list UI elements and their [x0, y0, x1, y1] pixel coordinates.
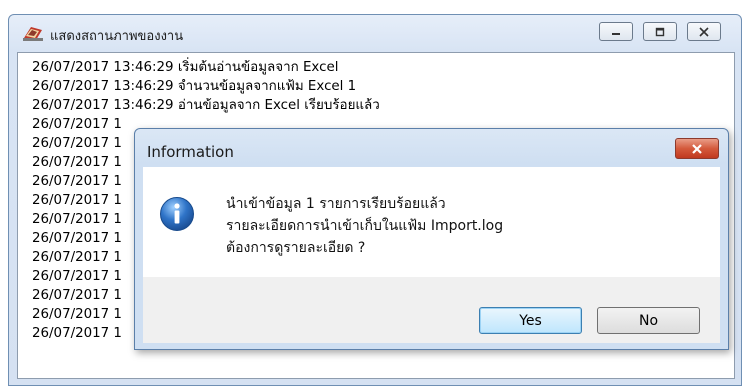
log-line: 26/07/2017 1: [32, 250, 122, 265]
dialog-close-button[interactable]: [675, 138, 719, 159]
dialog-message-line: นำเข้าข้อมูล 1 รายการเรียบร้อยแล้ว: [226, 196, 446, 212]
dialog-title: Information: [147, 143, 234, 161]
log-line: 26/07/2017 1: [32, 155, 122, 170]
maximize-icon: [655, 27, 665, 36]
window-close-button[interactable]: [687, 22, 721, 41]
log-line: 26/07/2017 13:46:29 จำนวนข้อมูลจากแฟ้ม E…: [32, 79, 357, 94]
log-line: 26/07/2017 1: [32, 326, 122, 341]
log-line: 26/07/2017 1: [32, 136, 122, 151]
log-line: 26/07/2017 1: [32, 174, 122, 189]
info-icon: [160, 197, 194, 231]
close-icon: [692, 143, 702, 154]
minimize-button[interactable]: [599, 22, 633, 41]
dialog-button-bar: Yes No: [143, 277, 720, 343]
yes-button[interactable]: Yes: [479, 307, 582, 334]
app-icon: [23, 27, 43, 41]
log-line: 26/07/2017 1: [32, 212, 122, 227]
log-line: 26/07/2017 1: [32, 288, 122, 303]
dialog-message-line: ต้องการดูรายละเอียด ?: [226, 240, 366, 256]
close-icon: [699, 26, 709, 37]
window-titlebar[interactable]: แสดงสถานภาพของงาน: [9, 15, 741, 51]
log-line: 26/07/2017 13:46:29 เริ่มต้นอ่านข้อมูลจา…: [32, 60, 339, 75]
log-line: 26/07/2017 13:46:29 อ่านข้อมูลจาก Excel …: [32, 98, 380, 113]
log-line: 26/07/2017 1: [32, 231, 122, 246]
minimize-icon: [612, 32, 620, 35]
maximize-button[interactable]: [643, 22, 677, 41]
log-line: 26/07/2017 1: [32, 193, 122, 208]
dialog-body: นำเข้าข้อมูล 1 รายการเรียบร้อยแล้ว รายละ…: [143, 167, 720, 277]
window-title: แสดงสถานภาพของงาน: [50, 29, 184, 44]
log-line: 26/07/2017 1: [32, 269, 122, 284]
log-line: 26/07/2017 1: [32, 117, 122, 132]
no-button[interactable]: No: [597, 307, 700, 334]
information-dialog: Information นำเข้าข้อมูล 1 รายการเรียบร้…: [134, 128, 729, 350]
log-line: 26/07/2017 1: [32, 307, 122, 322]
dialog-message-line: รายละเอียดการนำเข้าเก็บในแฟ้ม Import.log: [226, 218, 504, 234]
